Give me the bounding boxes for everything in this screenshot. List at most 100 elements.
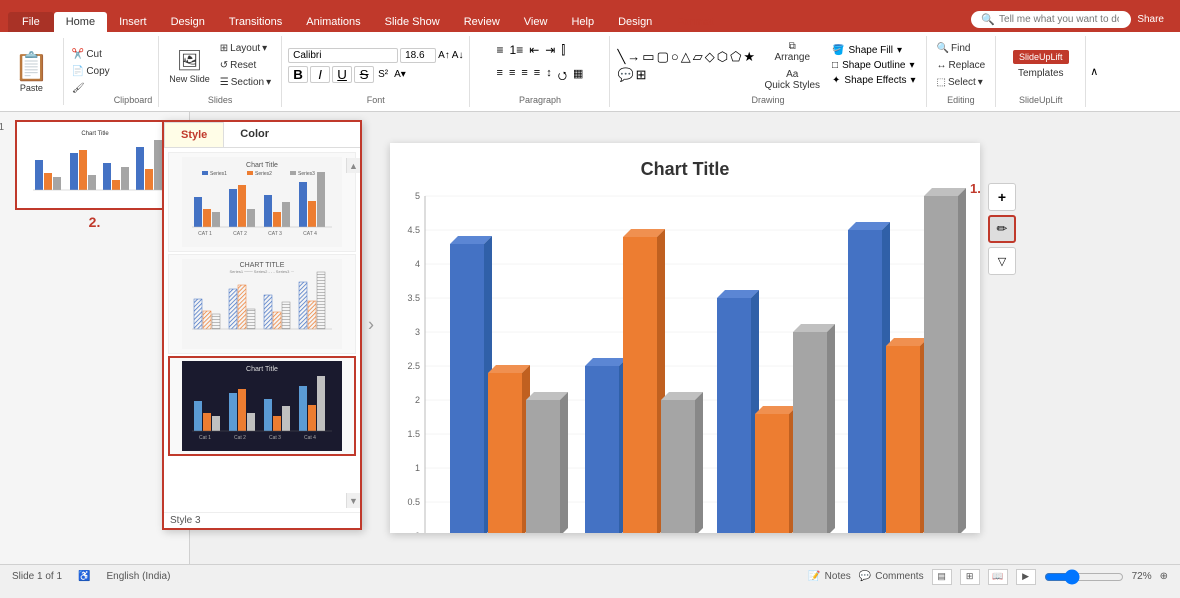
tab-help[interactable]: Help	[559, 12, 606, 32]
layout-button[interactable]: ⊞ Layout ▾	[216, 41, 275, 56]
arrange-button[interactable]: ⧉ Arrange	[760, 39, 824, 65]
templates-button[interactable]: Templates	[1014, 66, 1068, 81]
tab-transitions[interactable]: Transitions	[217, 12, 294, 32]
reading-view-button[interactable]: 📖	[988, 569, 1008, 585]
find-button[interactable]: 🔍 Find	[933, 41, 990, 56]
justify-button[interactable]: ≡	[532, 65, 542, 88]
shape-parallelogram[interactable]: ▱	[692, 48, 704, 66]
tab-review[interactable]: Review	[452, 12, 512, 32]
tab-view[interactable]: View	[512, 12, 560, 32]
strikethrough-button[interactable]: S	[354, 66, 374, 83]
font-color-button[interactable]: A▾	[392, 69, 408, 80]
notes-button[interactable]: 📝 Notes	[808, 571, 851, 582]
shape-rect[interactable]: ▭	[641, 48, 655, 66]
fit-window-button[interactable]: ⊕	[1160, 571, 1168, 582]
align-center-button[interactable]: ≡	[507, 65, 517, 88]
shape-arrow[interactable]: →	[626, 48, 641, 66]
increase-font-button[interactable]: A↑	[438, 50, 450, 61]
shape-diamond[interactable]: ◇	[704, 48, 716, 66]
shape-more[interactable]: ⊞	[635, 66, 648, 84]
shape-circle[interactable]: ○	[670, 48, 680, 66]
bold-button[interactable]: B	[288, 66, 308, 83]
align-right-button[interactable]: ≡	[519, 65, 529, 88]
slide-thumb[interactable]: Chart Title	[15, 120, 175, 210]
edit-chart-button[interactable]: ✏	[988, 215, 1016, 243]
underline-button[interactable]: U	[332, 66, 352, 83]
comments-button[interactable]: 💬 Comments	[859, 571, 924, 582]
search-input[interactable]	[999, 14, 1119, 25]
format-painter-button[interactable]: 🖌	[68, 81, 114, 96]
shape-effects-button[interactable]: ✦ Shape Effects ▾	[828, 74, 920, 87]
tab-slideshow[interactable]: Slide Show	[373, 12, 452, 32]
smartart-button[interactable]: ▦	[571, 65, 585, 88]
reset-button[interactable]: ↺ Reset	[216, 58, 275, 73]
new-slide-label: New Slide	[169, 74, 210, 84]
line-spacing-button[interactable]: ↕	[544, 65, 554, 88]
tab-insert[interactable]: Insert	[107, 12, 159, 32]
slideuplift-logo[interactable]: SlideUpLift	[1013, 50, 1069, 64]
shape-rounded-rect[interactable]: ▢	[656, 48, 670, 66]
scroll-up-button[interactable]: ▲	[346, 158, 360, 173]
numbering-button[interactable]: 1≡	[508, 41, 526, 60]
scroll-down-button[interactable]: ▼	[346, 493, 360, 508]
annotation-2: 2.	[15, 214, 175, 230]
quick-styles-button[interactable]: Aa Quick Styles	[760, 67, 824, 93]
shape-triangle[interactable]: △	[680, 48, 692, 66]
copy-button[interactable]: 📄 Copy	[68, 64, 114, 79]
shadow-button[interactable]: S²	[376, 69, 390, 80]
normal-view-button[interactable]: ▤	[932, 569, 952, 585]
font-size-input[interactable]	[400, 48, 436, 63]
add-element-button[interactable]: +	[988, 183, 1016, 211]
style-preview-1[interactable]: Chart Title Series1 Series2 Series3	[168, 152, 356, 252]
shape-cylinder[interactable]: ⬡	[716, 48, 729, 66]
slideshow-button[interactable]: ▶	[1016, 569, 1036, 585]
svg-text:0: 0	[415, 531, 420, 533]
replace-button[interactable]: ↔ Replace	[933, 58, 990, 73]
shape-line[interactable]: ╲	[616, 48, 626, 66]
align-left-button[interactable]: ≡	[495, 65, 505, 88]
decrease-font-button[interactable]: A↓	[452, 50, 464, 61]
notes-icon: 📝	[808, 571, 820, 582]
text-direction-button[interactable]: ⭯	[556, 65, 569, 88]
svg-text:2: 2	[415, 395, 420, 405]
style-preview-3[interactable]: Chart Title Cat 1 Cat 2 Cat	[168, 356, 356, 456]
columns-button[interactable]: ⫿	[559, 41, 567, 60]
shape-fill-button[interactable]: 🪣 Shape Fill ▾	[828, 44, 920, 57]
paste-button[interactable]: 📋 Paste	[6, 38, 57, 105]
italic-button[interactable]: I	[310, 66, 330, 83]
bullets-button[interactable]: ≡	[495, 41, 506, 60]
zoom-slider[interactable]	[1044, 569, 1124, 585]
svg-text:Cat 1: Cat 1	[199, 435, 211, 441]
filter-button[interactable]: ▽	[988, 247, 1016, 275]
new-slide-button[interactable]: 🖼 New Slide	[165, 46, 214, 86]
tab-home[interactable]: Home	[54, 12, 107, 32]
shape-pentagon[interactable]: ⬠	[729, 48, 742, 66]
tab-animations[interactable]: Animations	[294, 12, 372, 32]
slide-sorter-button[interactable]: ⊞	[960, 569, 980, 585]
tab-design[interactable]: Design	[159, 12, 217, 32]
tab-design2[interactable]: Design	[606, 12, 664, 32]
font-name-input[interactable]	[288, 48, 398, 63]
style-tab-style[interactable]: Style	[164, 122, 224, 147]
tab-format[interactable]: Format	[664, 12, 725, 32]
svg-text:CAT 4: CAT 4	[303, 231, 317, 237]
ribbon-collapse-button[interactable]: ∧	[1086, 36, 1102, 107]
increase-indent-button[interactable]: ⇥	[543, 41, 557, 60]
paragraph-label: Paragraph	[519, 93, 561, 105]
section-button[interactable]: ☰ Section ▾	[216, 75, 275, 90]
share-button[interactable]: Share	[1137, 14, 1164, 25]
cut-button[interactable]: ✂️ Cut	[68, 47, 114, 62]
decrease-indent-button[interactable]: ⇤	[527, 41, 541, 60]
shape-callout[interactable]: 💬	[616, 66, 634, 84]
ribbon-tabs-bar: File Home Insert Design Transitions Anim…	[0, 0, 1180, 32]
tab-file[interactable]: File	[8, 12, 54, 32]
zoom-level: 72%	[1132, 571, 1152, 582]
shape-star[interactable]: ★	[742, 48, 756, 66]
search-icon: 🔍	[981, 13, 995, 26]
style-panel-arrow[interactable]: ›	[368, 315, 374, 336]
style-tab-color[interactable]: Color	[224, 122, 285, 147]
style-preview-2[interactable]: CHART TITLE Series1 ─── Series2 - - - Se…	[168, 254, 356, 354]
shape-outline-button[interactable]: □ Shape Outline ▾	[828, 59, 920, 72]
slide[interactable]: Chart Title 5 4.5 4 3.5 3 2.5 2 1.5 1 0.…	[390, 143, 980, 533]
select-button[interactable]: ⬚ Select ▾	[933, 75, 990, 90]
